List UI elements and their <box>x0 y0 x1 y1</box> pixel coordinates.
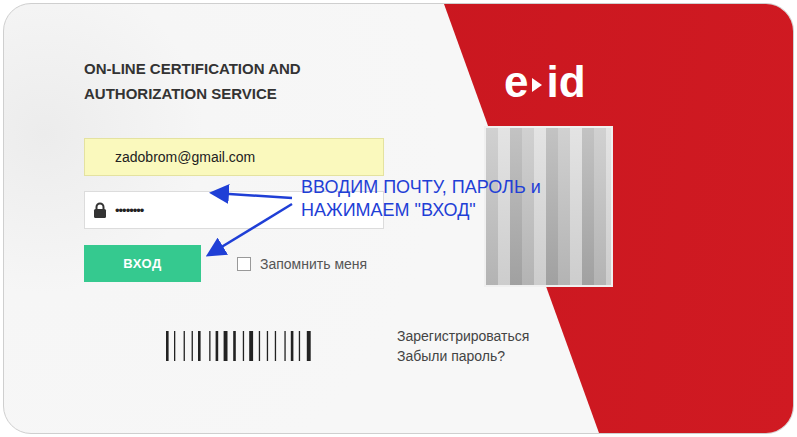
title-line: AUTHORIZATION SERVICE <box>84 81 474 106</box>
auth-link[interactable]: Забыли пароль? <box>397 348 529 364</box>
annotation-line: НАЖИМАЕМ "ВХОД" <box>301 199 541 222</box>
remember-me[interactable]: Запомнить меня <box>237 256 367 272</box>
annotation-line: ВВОДИМ ПОЧТУ, ПАРОЛЬ и <box>301 176 541 199</box>
eid-logo: eid <box>504 58 793 106</box>
barcode-icon <box>166 331 312 361</box>
annotation: ВВОДИМ ПОЧТУ, ПАРОЛЬ иНАЖИМАЕМ "ВХОД" <box>301 176 541 222</box>
actions-row: ВХОД Запомнить меня <box>84 245 474 282</box>
logo-id: id <box>546 60 585 104</box>
logo-e: e <box>504 60 528 104</box>
login-button[interactable]: ВХОД <box>84 245 201 282</box>
remember-checkbox[interactable] <box>237 257 251 271</box>
email-field[interactable] <box>84 138 384 176</box>
service-title: ON-LINE CERTIFICATION ANDAUTHORIZATION S… <box>84 56 474 106</box>
email-input[interactable] <box>93 141 375 173</box>
auth-link[interactable]: Зарегистрироваться <box>397 328 529 344</box>
bottom-row: ЗарегистрироватьсяЗабыли пароль? <box>84 328 474 364</box>
user-photo <box>484 126 613 287</box>
page: ON-LINE CERTIFICATION ANDAUTHORIZATION S… <box>0 0 797 437</box>
remember-label: Запомнить меня <box>260 256 367 272</box>
play-icon <box>531 77 543 93</box>
links: Зарегистрироваться Забыли пароль? <box>397 328 529 364</box>
login-card: ON-LINE CERTIFICATION ANDAUTHORIZATION S… <box>3 3 794 434</box>
title-line: ON-LINE CERTIFICATION AND <box>84 56 474 81</box>
brand-column: eid <box>474 4 793 433</box>
lock-icon <box>93 202 107 219</box>
